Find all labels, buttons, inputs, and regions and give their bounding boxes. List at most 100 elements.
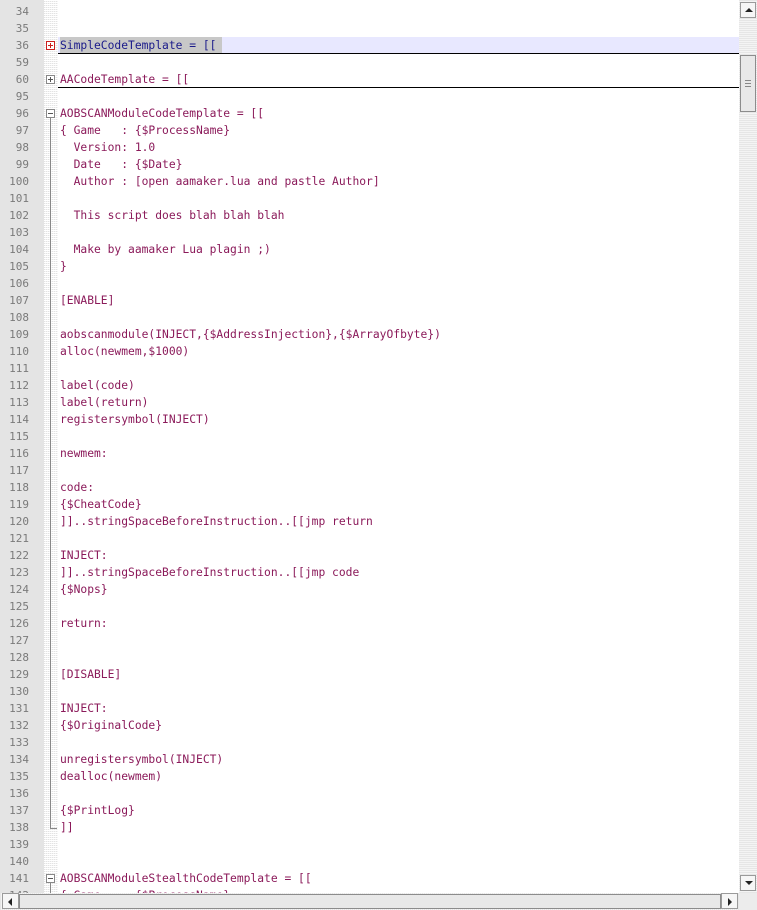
- code-line[interactable]: 116 newmem:: [0, 445, 739, 462]
- code-line[interactable]: 136: [0, 785, 739, 802]
- line-number: 34: [15, 5, 29, 18]
- code-text: label(return): [60, 396, 149, 409]
- code-text: This script does blah blah blah: [60, 209, 285, 222]
- code-text: Make by aamaker Lua plagin ;): [60, 243, 271, 256]
- code-line[interactable]: 111: [0, 360, 739, 377]
- code-text: AOBSCANModuleStealthCodeTemplate = [[: [60, 872, 312, 885]
- code-line[interactable]: 113 label(return): [0, 394, 739, 411]
- line-number: 127: [9, 634, 29, 647]
- line-number: 139: [9, 838, 29, 851]
- code-line[interactable]: 124 {$Nops}: [0, 581, 739, 598]
- code-line[interactable]: 137 {$PrintLog}: [0, 802, 739, 819]
- code-text: return:: [60, 617, 108, 630]
- line-number: 111: [9, 362, 29, 375]
- code-line[interactable]: 131 INJECT:: [0, 700, 739, 717]
- code-line[interactable]: 133: [0, 734, 739, 751]
- code-line[interactable]: 35: [0, 20, 739, 37]
- line-number: 124: [9, 583, 29, 596]
- line-number: 96: [15, 107, 29, 120]
- code-line[interactable]: 114 registersymbol(INJECT): [0, 411, 739, 428]
- code-text: aobscanmodule(INJECT,{$AddressInjection}…: [60, 328, 441, 341]
- line-number: 138: [9, 821, 29, 834]
- code-line[interactable]: 120]]..stringSpaceBeforeInstruction..[[j…: [0, 513, 739, 530]
- line-number: 129: [9, 668, 29, 681]
- code-line[interactable]: 140: [0, 853, 739, 870]
- code-line[interactable]: 125: [0, 598, 739, 615]
- line-number: 135: [9, 770, 29, 783]
- code-line[interactable]: 117: [0, 462, 739, 479]
- line-number: 121: [9, 532, 29, 545]
- code-line[interactable]: 97 { Game : {$ProcessName}: [0, 122, 739, 139]
- code-text: Author : [open aamaker.lua and pastle Au…: [60, 175, 380, 188]
- code-line[interactable]: 95: [0, 88, 739, 105]
- line-number: 119: [9, 498, 29, 511]
- code-line[interactable]: 105}: [0, 258, 739, 275]
- code-line[interactable]: 139: [0, 836, 739, 853]
- line-number: 118: [9, 481, 29, 494]
- code-line[interactable]: 103: [0, 224, 739, 241]
- code-text: label(code): [60, 379, 135, 392]
- scroll-right-arrow-icon[interactable]: [721, 893, 738, 909]
- code-editor[interactable]: 34 35 36 SimpleCodeTemplate = [[59 60 AACodeT…: [0, 0, 739, 893]
- code-line[interactable]: 101: [0, 190, 739, 207]
- line-number: 140: [9, 855, 29, 868]
- scroll-left-arrow-icon[interactable]: [2, 893, 19, 909]
- line-number: 141: [9, 872, 29, 885]
- code-line[interactable]: 128: [0, 649, 739, 666]
- code-line[interactable]: 102 This script does blah blah blah: [0, 207, 739, 224]
- code-line[interactable]: 110 alloc(newmem,$1000): [0, 343, 739, 360]
- line-number: 110: [9, 345, 29, 358]
- code-line[interactable]: 106: [0, 275, 739, 292]
- code-line[interactable]: 126 return:: [0, 615, 739, 632]
- code-line[interactable]: 134 unregistersymbol(INJECT): [0, 751, 739, 768]
- code-line[interactable]: 100 Author : [open aamaker.lua and pastl…: [0, 173, 739, 190]
- vertical-scroll-thumb[interactable]: [740, 55, 756, 112]
- code-line[interactable]: 135 dealloc(newmem): [0, 768, 739, 785]
- code-line[interactable]: 132 {$OriginalCode}: [0, 717, 739, 734]
- code-line[interactable]: 59: [0, 54, 739, 71]
- code-text: alloc(newmem,$1000): [60, 345, 190, 358]
- code-line[interactable]: 123]]..stringSpaceBeforeInstruction..[[j…: [0, 564, 739, 581]
- code-line[interactable]: 115: [0, 428, 739, 445]
- code-line[interactable]: 118 code:: [0, 479, 739, 496]
- line-number: 130: [9, 685, 29, 698]
- code-line[interactable]: 121: [0, 530, 739, 547]
- line-number: 101: [9, 192, 29, 205]
- code-text: [ENABLE]: [60, 294, 115, 307]
- horizontal-scrollbar[interactable]: [0, 893, 739, 910]
- code-line[interactable]: 109 aobscanmodule(INJECT,{$AddressInjecti…: [0, 326, 739, 343]
- line-number: 128: [9, 651, 29, 664]
- code-line[interactable]: 104 Make by aamaker Lua plagin ;): [0, 241, 739, 258]
- fold-expand-icon[interactable]: [46, 75, 55, 84]
- line-number: 113: [9, 396, 29, 409]
- code-line[interactable]: 141 AOBSCANModuleStealthCodeTemplate = [[: [0, 870, 739, 887]
- code-line[interactable]: 122 INJECT:: [0, 547, 739, 564]
- code-line[interactable]: 138]]: [0, 819, 739, 836]
- code-text: {$OriginalCode}: [60, 719, 163, 732]
- code-line[interactable]: 130: [0, 683, 739, 700]
- code-text: INJECT:: [60, 549, 108, 562]
- code-line[interactable]: 112 label(code): [0, 377, 739, 394]
- code-line[interactable]: 60 AACodeTemplate = [[: [0, 71, 739, 88]
- fold-collapse-icon[interactable]: [46, 874, 55, 883]
- code-text: {$Nops}: [60, 583, 108, 596]
- vertical-scrollbar[interactable]: [739, 0, 757, 893]
- code-line[interactable]: 108: [0, 309, 739, 326]
- line-number: 126: [9, 617, 29, 630]
- code-line[interactable]: 34: [0, 3, 739, 20]
- horizontal-scroll-thumb[interactable]: [19, 894, 721, 909]
- code-line[interactable]: 107 [ENABLE]: [0, 292, 739, 309]
- code-text: unregistersymbol(INJECT): [60, 753, 224, 766]
- code-line[interactable]: 127: [0, 632, 739, 649]
- code-text: { Game : {$ProcessName}: [60, 124, 231, 137]
- scroll-down-arrow-icon[interactable]: [740, 875, 756, 891]
- code-line[interactable]: 119 {$CheatCode}: [0, 496, 739, 513]
- code-line[interactable]: 36 SimpleCodeTemplate = [[: [0, 37, 739, 54]
- scroll-up-arrow-icon[interactable]: [740, 2, 756, 18]
- code-line[interactable]: 98 Version: 1.0: [0, 139, 739, 156]
- fold-collapse-icon[interactable]: [46, 109, 55, 118]
- code-line[interactable]: 99 Date : {$Date}: [0, 156, 739, 173]
- code-line[interactable]: 129 [DISABLE]: [0, 666, 739, 683]
- fold-expand-icon[interactable]: [46, 41, 55, 50]
- code-line[interactable]: 96 AOBSCANModuleCodeTemplate = [[: [0, 105, 739, 122]
